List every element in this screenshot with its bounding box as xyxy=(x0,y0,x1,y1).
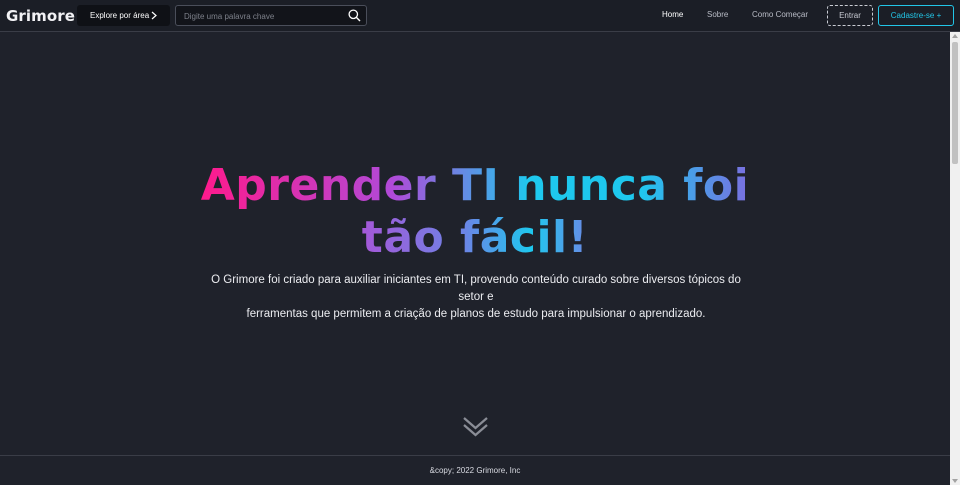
chevron-right-icon xyxy=(151,11,157,22)
scroll-up-arrow-icon[interactable] xyxy=(952,34,958,38)
hero-subtitle-line1: O Grimore foi criado para auxiliar inici… xyxy=(211,274,741,303)
nav-como-comecar-link[interactable]: Como Começar xyxy=(752,10,808,19)
scroll-down-arrow-icon[interactable] xyxy=(952,479,958,483)
explore-label: Explore por área xyxy=(90,11,150,20)
search-box xyxy=(175,5,367,26)
nav-sobre-link[interactable]: Sobre xyxy=(707,10,728,19)
vertical-scrollbar[interactable] xyxy=(950,32,960,485)
footer-copyright: &copy; 2022 Grimore, Inc xyxy=(429,466,521,475)
top-navbar: Grimore Explore por área Home Sobre Como… xyxy=(0,0,960,32)
hero-title: Aprender TI nunca foi tão fácil! xyxy=(150,160,800,264)
hero-title-line2: tão fácil! xyxy=(361,212,589,263)
double-chevron-down-icon[interactable] xyxy=(462,415,489,444)
explore-by-area-button[interactable]: Explore por área xyxy=(77,5,170,26)
hero-title-line1: Aprender TI nunca foi xyxy=(200,160,750,211)
search-input[interactable] xyxy=(184,9,344,23)
scrollbar-thumb[interactable] xyxy=(952,42,958,164)
login-button[interactable]: Entrar xyxy=(827,5,873,26)
signup-button[interactable]: Cadastre-se + xyxy=(878,5,954,26)
nav-home-link[interactable]: Home xyxy=(662,10,683,19)
logo[interactable]: Grimore xyxy=(6,7,75,25)
footer: &copy; 2022 Grimore, Inc xyxy=(0,455,950,485)
hero-subtitle: O Grimore foi criado para auxiliar inici… xyxy=(200,272,752,323)
hero-subtitle-line2: ferramentas que permitem a criação de pl… xyxy=(246,308,706,320)
search-icon[interactable] xyxy=(348,9,361,27)
